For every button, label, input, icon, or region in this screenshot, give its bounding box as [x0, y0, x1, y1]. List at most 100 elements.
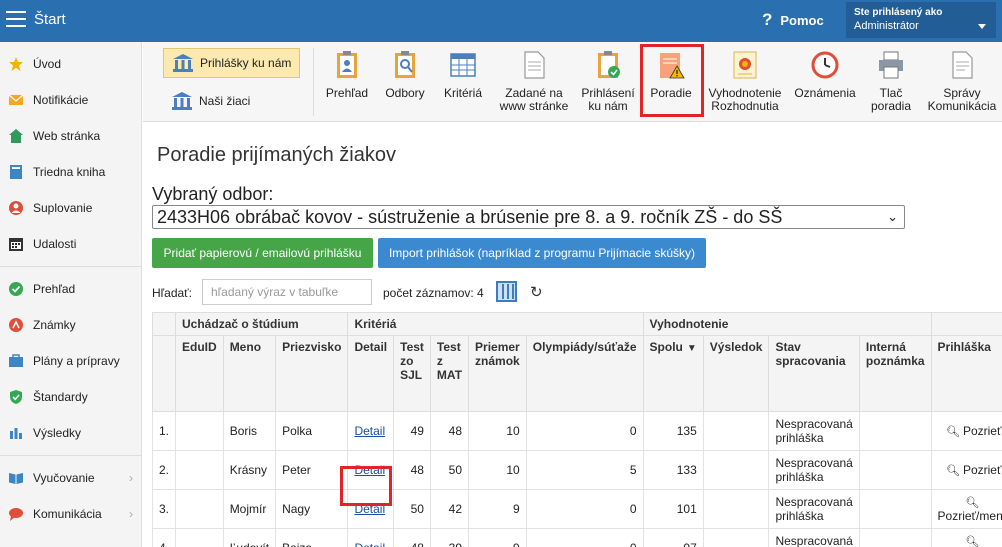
- col-header-test-sjl[interactable]: Test zo SJL: [393, 335, 431, 412]
- sidebar-item-web[interactable]: Web stránka: [0, 118, 141, 154]
- ribbon-button-label: Prehľad: [325, 86, 369, 100]
- sidebar-divider: [0, 455, 141, 456]
- col-header-meno[interactable]: Meno: [222, 335, 277, 412]
- ribbon-kriteria-button[interactable]: Kritériá: [437, 50, 489, 100]
- top-bar: Štart ? Pomoc Ste prihlásený ako Administ…: [0, 0, 1002, 42]
- sidebar-item-prehlad[interactable]: Prehľad: [0, 271, 141, 307]
- group-header-kriteria: Kritériá: [347, 312, 644, 336]
- page-title: Poradie prijímaných žiakov: [157, 144, 396, 166]
- cell-test-mat: 50: [429, 450, 470, 490]
- sidebar-item-triedna-kniha[interactable]: Triedna kniha: [0, 154, 141, 190]
- col-header-olympiady[interactable]: Olympiády/súťaže: [525, 335, 644, 412]
- ribbon-zadane-button[interactable]: Zadané na www stránke: [495, 50, 573, 113]
- ribbon-button-label: Oznámenia: [794, 86, 856, 100]
- sidebar-item-label: Vyučovanie: [33, 471, 95, 485]
- table-row: 2. Krásny Peter Detail 48 50 10 5 133 Nespracovan…: [151, 450, 1002, 490]
- search-label: Hľadať:: [152, 286, 193, 300]
- col-header-priemer[interactable]: Priemer známok: [468, 335, 527, 412]
- cell-poznamka: [858, 411, 932, 451]
- group-header-vyhodnotenie: Vyhodnotenie: [642, 312, 932, 336]
- sidebar-item-uvod[interactable]: Úvod: [0, 46, 141, 82]
- cell-action[interactable]: 🔍︎Pozrieť/meniť: [930, 528, 1002, 547]
- sidebar-item-udalosti[interactable]: Udalosti: [0, 226, 141, 262]
- user-menu[interactable]: Ste prihlásený ako Administrátor: [846, 2, 996, 38]
- col-header-stav[interactable]: Stav spracovania: [768, 335, 860, 412]
- tab-prihlasky-ku-nam[interactable]: Prihlášky ku nám: [163, 48, 300, 78]
- cell-test-sjl: 48: [393, 450, 431, 490]
- col-header-poznamka[interactable]: Interná poznámka: [858, 335, 932, 412]
- clipboard-check-icon: [598, 51, 620, 78]
- table-header-row: EduID Meno Priezvisko Detail Test zo SJL…: [151, 335, 1002, 412]
- tab-nasi-ziaci[interactable]: Naši žiaci: [163, 86, 300, 116]
- field-select-value: 2433H06 obrábač kovov - sústruženie a br…: [157, 207, 783, 227]
- sidebar-item-vysledky[interactable]: Výsledky: [0, 415, 141, 451]
- cell-meno: Krásny: [222, 450, 277, 490]
- ribbon-oznamenia-button[interactable]: Oznámenia: [791, 50, 859, 100]
- col-header-prihlaska[interactable]: Prihláška: [930, 335, 1002, 412]
- magnifier-icon: 🔍︎: [945, 426, 960, 438]
- search-input[interactable]: [202, 279, 372, 305]
- cell-detail: Detail: [347, 411, 395, 451]
- help-link[interactable]: ? Pomoc: [762, 10, 824, 30]
- caret-down-icon: [978, 24, 986, 29]
- ribbon-vyhodnotenie-button[interactable]: Vyhodnotenie Rozhodnutia: [703, 50, 787, 113]
- app-title[interactable]: Štart: [34, 11, 66, 28]
- group-header-uchadzac: Uchádzač o štúdium: [175, 312, 349, 336]
- sidebar-item-suplovanie[interactable]: Suplovanie: [0, 190, 141, 226]
- view-action-label: Pozrieť: [962, 424, 1002, 438]
- toolbar-ribbon: Prihlášky ku nám Naši žiaci Prehľad Odbo…: [143, 42, 1002, 122]
- cell-action[interactable]: 🔍︎ Pozrieť: [930, 450, 1002, 490]
- cell-action[interactable]: 🔍︎ Pozrieť: [930, 411, 1002, 451]
- cell-eduid: [175, 489, 224, 529]
- col-header-priezvisko[interactable]: Priezvisko: [275, 335, 349, 412]
- row-number: 1.: [151, 411, 177, 451]
- sidebar-item-notifikacie[interactable]: Notifikácie: [0, 82, 141, 118]
- ribbon-prihlaseni-button[interactable]: Prihlásení ku nám: [579, 50, 637, 113]
- cell-vysledok: [702, 450, 770, 490]
- hamburger-menu-icon[interactable]: [6, 11, 26, 27]
- user-role: Administrátor: [854, 20, 919, 32]
- import-applications-button[interactable]: Import prihlášok (napríklad z programu P…: [378, 238, 706, 268]
- add-paper-application-button[interactable]: Pridať papierovú / emailovú prihlášku: [152, 238, 373, 268]
- cell-vysledok: [702, 528, 770, 547]
- sidebar-item-vyucovanie[interactable]: Vyučovanie ›: [0, 460, 141, 496]
- field-select[interactable]: 2433H06 obrábač kovov - sústruženie a br…: [152, 205, 905, 229]
- sidebar-item-plany[interactable]: Plány a prípravy: [0, 343, 141, 379]
- col-header-test-mat[interactable]: Test z MAT: [429, 335, 470, 412]
- sidebar-item-label: Notifikácie: [33, 93, 89, 107]
- sidebar-item-znamky[interactable]: Známky: [0, 307, 141, 343]
- cell-spolu: 101: [642, 489, 704, 529]
- cell-priemer: 10: [468, 450, 527, 490]
- cell-action[interactable]: 🔍︎Pozrieť/meniť: [930, 489, 1002, 529]
- col-header-vysledok[interactable]: Výsledok: [702, 335, 770, 412]
- book-icon: [10, 165, 22, 179]
- cell-eduid: [175, 411, 224, 451]
- sidebar-item-komunikacia[interactable]: Komunikácia ›: [0, 496, 141, 532]
- sidebar-item-label: Plány a prípravy: [33, 354, 120, 368]
- ribbon-spravy-button[interactable]: Správy Komunikácia: [923, 50, 1001, 113]
- columns-icon[interactable]: [496, 281, 517, 302]
- check-circle-icon: [9, 282, 23, 296]
- cell-priemer: 10: [468, 411, 527, 451]
- cell-stav: Nespracovaná prihláška: [768, 450, 860, 490]
- cell-poznamka: [858, 528, 932, 547]
- briefcase-icon: [9, 354, 23, 367]
- cell-spolu: 135: [642, 411, 704, 451]
- col-header-detail[interactable]: Detail: [347, 335, 395, 412]
- detail-link[interactable]: Detail: [354, 424, 385, 438]
- col-header-eduid[interactable]: EduID: [175, 335, 224, 412]
- magnifier-icon: 🔍︎: [945, 465, 960, 477]
- cell-spolu: 133: [642, 450, 704, 490]
- refresh-icon[interactable]: ↻: [530, 283, 543, 301]
- ribbon-prehlad-button[interactable]: Prehľad: [321, 50, 373, 100]
- ribbon-button-label: Zadané na www stránke: [499, 86, 569, 113]
- col-header-spolu[interactable]: Spolu ▼: [642, 335, 704, 412]
- row-number: 3.: [151, 489, 177, 529]
- chat-icon: [9, 508, 23, 521]
- sidebar-item-standardy[interactable]: Štandardy: [0, 379, 141, 415]
- sidebar-item-label: Udalosti: [33, 237, 77, 251]
- detail-link[interactable]: Detail: [354, 541, 385, 547]
- ribbon-tlac-button[interactable]: Tlač poradia: [865, 50, 917, 113]
- ribbon-odbory-button[interactable]: Odbory: [381, 50, 429, 100]
- cell-vysledok: [702, 489, 770, 529]
